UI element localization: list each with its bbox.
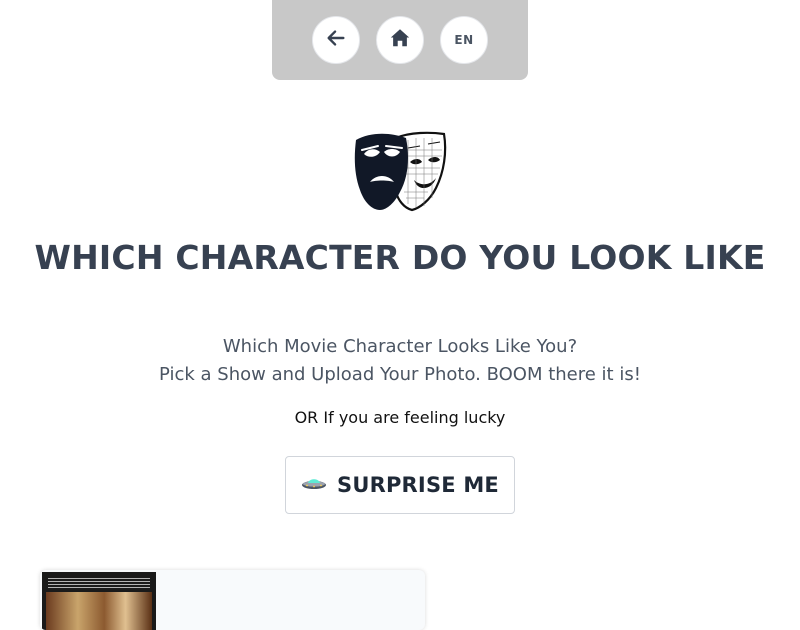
language-button[interactable]: EN [440, 16, 488, 64]
home-icon [389, 27, 411, 53]
show-thumbnail [42, 572, 156, 630]
page-title: WHICH CHARACTER DO YOU LOOK LIKE [34, 238, 766, 277]
arrow-left-icon [325, 27, 347, 53]
feeling-lucky-text: OR If you are feeling lucky [294, 408, 506, 427]
thumbnail-scene [46, 592, 152, 630]
back-button[interactable] [312, 16, 360, 64]
ufo-icon [301, 474, 327, 496]
surprise-me-button[interactable]: SURPRISE ME [285, 456, 515, 514]
surprise-me-label: SURPRISE ME [337, 473, 499, 497]
theater-masks-icon [352, 130, 448, 214]
language-label: EN [454, 33, 474, 47]
top-nav-bar: EN [272, 0, 528, 80]
subtitle-instructions: Pick a Show and Upload Your Photo. BOOM … [159, 364, 641, 385]
show-card[interactable] [40, 570, 425, 630]
home-button[interactable] [376, 16, 424, 64]
subtitle-question: Which Movie Character Looks Like You? [222, 336, 578, 357]
thumbnail-caption-lines [48, 576, 150, 588]
